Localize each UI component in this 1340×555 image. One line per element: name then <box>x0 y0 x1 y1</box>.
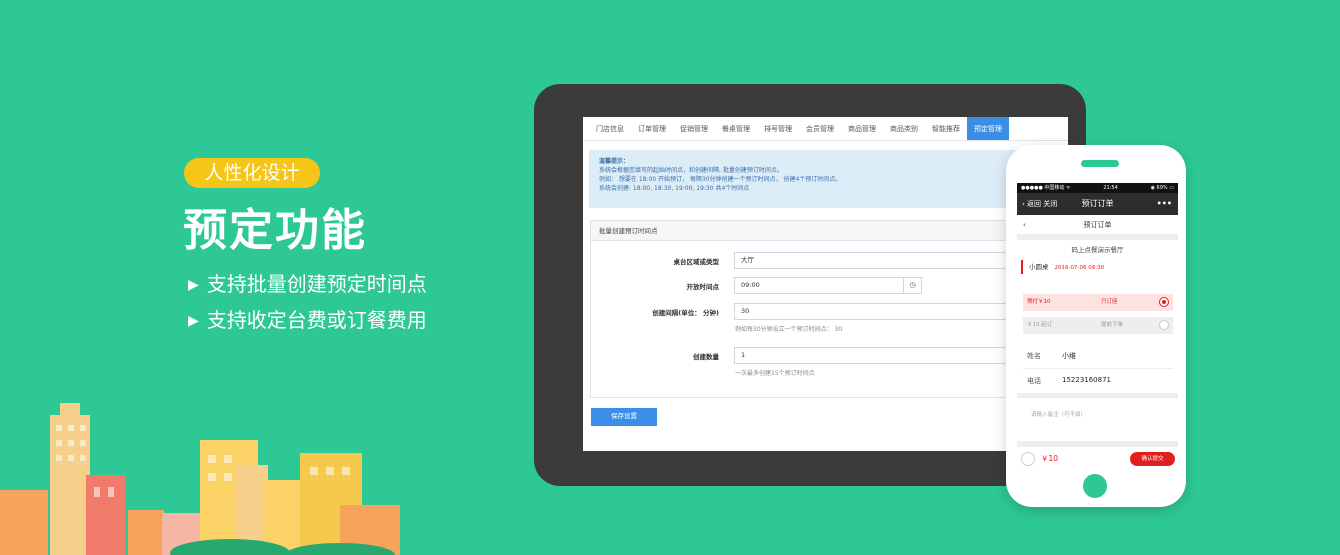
tip-line-3: 系统会创建: 18:00, 18:30, 19:00, 19:30 共4个时间点 <box>599 185 750 192</box>
total-price: ￥10 <box>1041 454 1059 463</box>
option-prepay-desc: 只订座 <box>1101 299 1118 305</box>
restaurant-name: 码上点餐演示餐厅 <box>1071 246 1124 254</box>
count-label: 创建数量 <box>693 353 719 361</box>
table-time: 2016-07-06 09:30 <box>1054 265 1105 271</box>
tab-members[interactable]: 会员管理 <box>799 117 841 140</box>
table-info: 小圆桌 2016-07-06 09:30 <box>1021 260 1178 274</box>
start-time-label: 开放时间点 <box>686 283 720 291</box>
more-icon[interactable]: ••• <box>1157 193 1172 215</box>
phone-status-bar: ●●●●● 中国移动 ᯤ 21:54 ◉ 69% ▭ <box>1017 183 1178 193</box>
tab-queue[interactable]: 排号管理 <box>757 117 799 140</box>
status-time: 21:54 <box>1103 185 1118 191</box>
phone-nav-title: 预订订单 <box>1081 199 1114 208</box>
tab-tables[interactable]: 餐桌管理 <box>715 117 757 140</box>
divider <box>1023 368 1173 369</box>
name-value: 小维 <box>1062 352 1076 360</box>
phone-nav-bar: ‹ 返回 关闭 预订订单 ••• <box>1017 193 1178 215</box>
phone-field[interactable]: 电话 15223160871 <box>1027 376 1111 386</box>
option-prepay-price: 预付￥10 <box>1027 299 1051 305</box>
city-buildings-illustration <box>0 403 400 555</box>
checkbox-circle-icon[interactable] <box>1021 452 1035 466</box>
option-min-order[interactable]: ￥10 起订 提前下单 <box>1023 317 1173 334</box>
hero-title: 预定功能 <box>183 205 367 256</box>
battery-indicator: ◉ 69% ▭ <box>1150 185 1174 191</box>
page-title: 预订订单 <box>1083 221 1112 229</box>
section-gap <box>1017 393 1178 398</box>
admin-nav: 门店信息 订单管理 促销管理 餐桌管理 排号管理 会员管理 商品管理 商品类别 … <box>583 117 1068 141</box>
feature-text-1: 支持批量创建预定时间点 <box>206 272 427 296</box>
tab-recommend[interactable]: 智能推荐 <box>925 117 967 140</box>
phone-screen: ●●●●● 中国移动 ᯤ 21:54 ◉ 69% ▭ ‹ 返回 关闭 预订订单 … <box>1017 183 1178 470</box>
play-triangle-icon: ▶ <box>188 313 199 329</box>
table-name: 小圆桌 <box>1029 263 1049 271</box>
page-header: ‹ 预订订单 <box>1017 215 1178 235</box>
tip-box: 温馨提示： 系统会根据您填写的起始时间点，和创建间隔, 批量创建预订时间点。 例… <box>589 150 1059 208</box>
interval-hint: 例如每30分钟设立一个预订时间点： 30 <box>735 326 843 333</box>
batch-create-panel: 批量创建预订时间点 桌台区域或类型 大厅 开放时间点 09:00 ◷ 创建间隔(… <box>590 220 1064 398</box>
name-label: 姓名 <box>1027 352 1041 360</box>
option-prepay[interactable]: 预付￥10 只订座 <box>1023 294 1173 311</box>
feature-item-1: ▶ 支持批量创建预定时间点 <box>188 268 427 297</box>
feature-item-2: ▶ 支持收定台费或订餐费用 <box>188 304 427 333</box>
phone-label: 电话 <box>1027 377 1041 385</box>
radio-selected-icon[interactable] <box>1159 297 1169 307</box>
feature-text-2: 支持收定台费或订餐费用 <box>206 308 427 332</box>
option-min-price: ￥10 起订 <box>1027 322 1053 328</box>
radio-unselected-icon[interactable] <box>1159 320 1169 330</box>
carrier-signal: ●●●●● 中国移动 ᯤ <box>1021 185 1071 191</box>
count-hint: 一次最多创建15个预订时间点 <box>735 370 815 377</box>
tab-reservations[interactable]: 预定管理 <box>967 117 1009 140</box>
feature-badge: 人性化设计 <box>184 158 320 188</box>
confirm-submit-button[interactable]: 确认提交 <box>1130 452 1175 466</box>
interval-label: 创建间隔(单位： 分钟) <box>652 309 719 317</box>
phone-speaker <box>1081 160 1119 167</box>
remark-input[interactable]: 请输入备注（可不填） <box>1031 410 1086 418</box>
tip-line-1: 系统会根据您填写的起始时间点，和创建间隔, 批量创建预订时间点。 <box>599 167 783 174</box>
tab-store-info[interactable]: 门店信息 <box>589 117 631 140</box>
clock-icon[interactable]: ◷ <box>903 278 921 293</box>
checkout-bar: ￥10 确认提交 <box>1017 446 1178 470</box>
name-field[interactable]: 姓名 小维 <box>1027 351 1076 361</box>
admin-screen: 门店信息 订单管理 促销管理 餐桌管理 排号管理 会员管理 商品管理 商品类别 … <box>583 117 1068 451</box>
option-min-desc: 提前下单 <box>1101 322 1124 328</box>
tab-promotions[interactable]: 促销管理 <box>673 117 715 140</box>
save-button[interactable]: 保存设置 <box>591 408 657 426</box>
start-time-input[interactable]: 09:00 ◷ <box>734 277 922 294</box>
play-triangle-icon: ▶ <box>188 277 199 293</box>
tip-title: 温馨提示： <box>599 158 630 165</box>
start-time-value: 09:00 <box>741 281 760 289</box>
tab-orders[interactable]: 订单管理 <box>631 117 673 140</box>
panel-title: 批量创建预订时间点 <box>591 221 1059 241</box>
phone-home-button[interactable] <box>1083 474 1107 498</box>
area-label: 桌台区域或类型 <box>673 258 720 266</box>
tab-categories[interactable]: 商品类别 <box>883 117 925 140</box>
tip-line-2: 例如： 想要在 18:00 开始预订， 每隔30分钟创建一个预订时间点， 创建4… <box>599 176 842 183</box>
tab-products[interactable]: 商品管理 <box>841 117 883 140</box>
chevron-left-icon[interactable]: ‹ <box>1023 215 1026 235</box>
phone-value: 15223160871 <box>1062 376 1111 384</box>
